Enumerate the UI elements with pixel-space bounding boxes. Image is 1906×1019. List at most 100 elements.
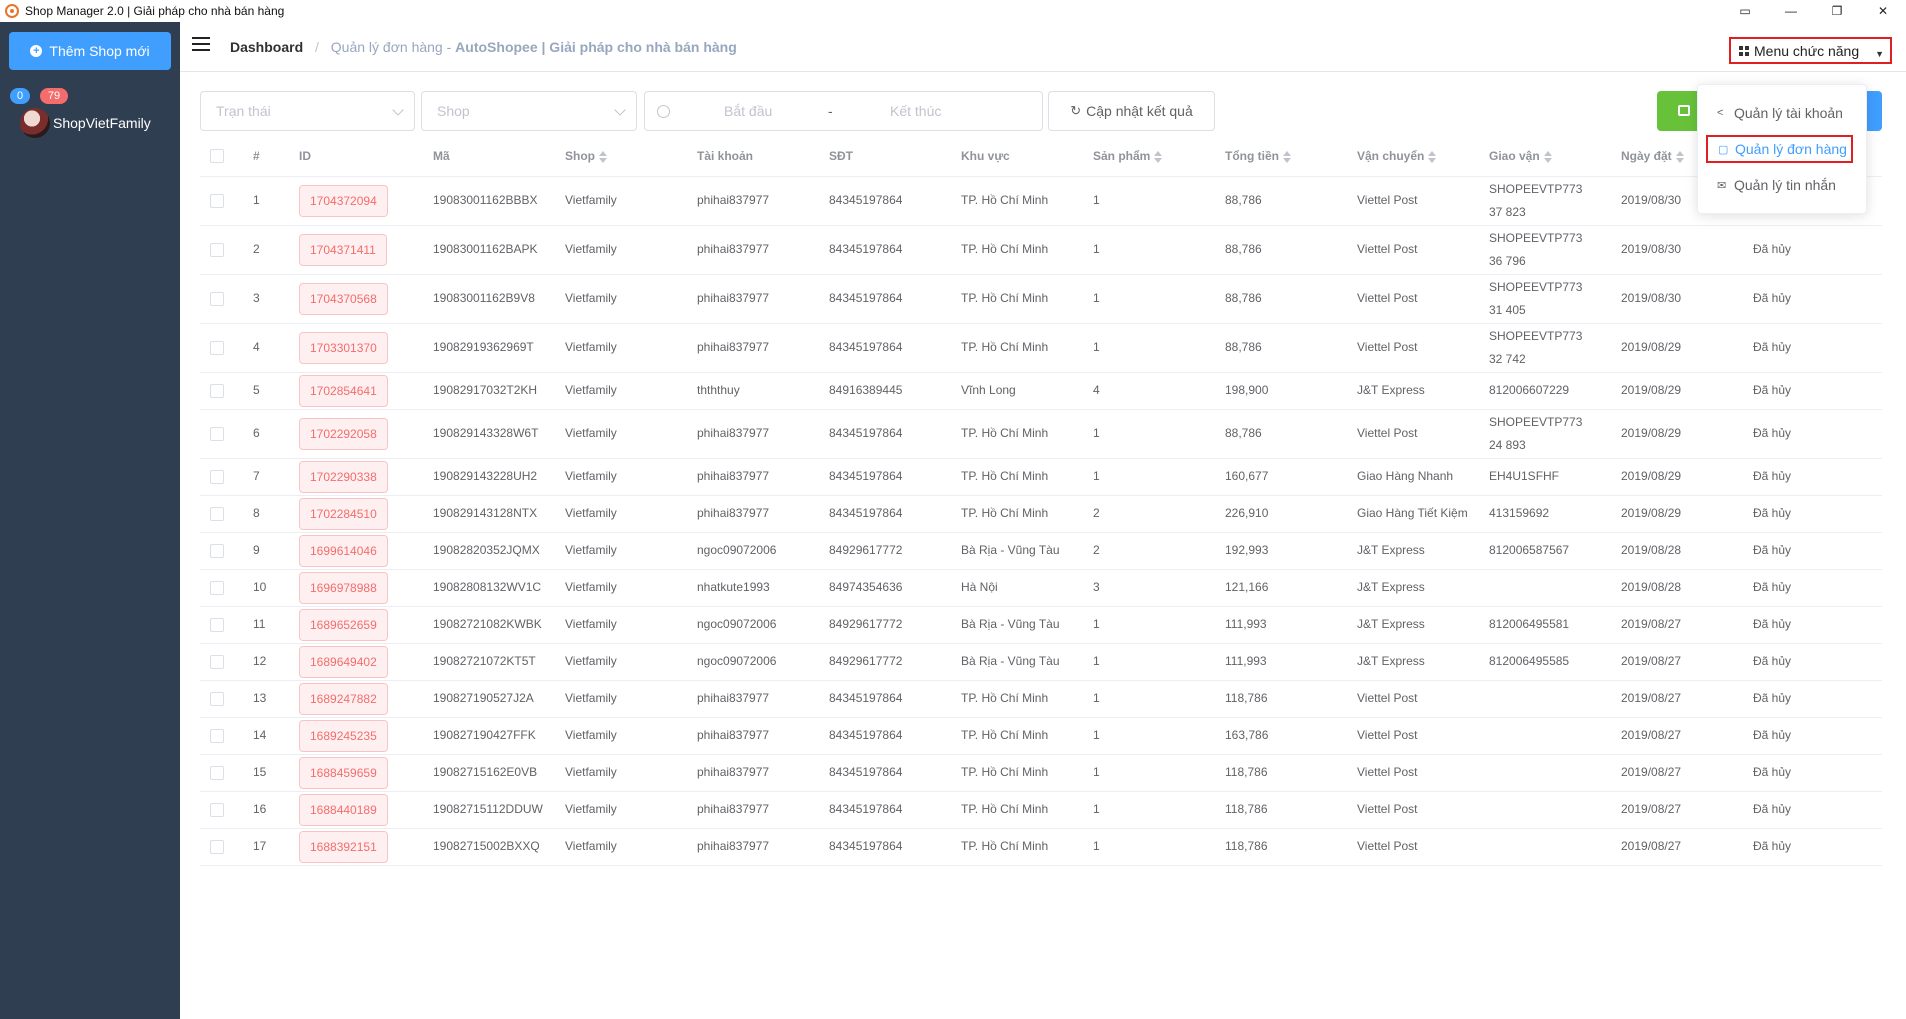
minimize-button[interactable]: — (1768, 0, 1814, 22)
column-header-products[interactable]: Sản phẩm (1083, 136, 1215, 177)
order-id-tag[interactable]: 1699614046 (299, 534, 388, 567)
row-checkbox[interactable] (210, 617, 224, 632)
row-checkbox[interactable] (210, 728, 224, 743)
cell-order-date: 2019/08/30 (1611, 274, 1743, 324)
cell-value: 84345197864 (829, 193, 903, 207)
cell-value: 1 (1093, 839, 1100, 853)
order-id-tag[interactable]: 1702854641 (299, 374, 388, 407)
cell-account: phihai837977 (687, 225, 819, 275)
close-button[interactable]: ✕ (1860, 0, 1906, 22)
column-header-total[interactable]: Tổng tiền (1215, 136, 1347, 177)
cell-value: ngoc09072006 (697, 543, 777, 557)
refresh-results-button[interactable]: ↻ Cập nhật kết quả (1048, 91, 1215, 131)
table-row[interactable]: 7 1702290338 190829143228UH2 Vietfamily phih… (200, 458, 1882, 496)
row-checkbox[interactable] (210, 691, 224, 706)
table-row[interactable]: 12 1689649402 19082721072KT5T Vietfamily ngo… (200, 643, 1882, 681)
row-checkbox[interactable] (210, 242, 224, 257)
order-id-tag[interactable]: 1704372094 (299, 184, 388, 217)
status-select[interactable]: Trạn thái (200, 91, 415, 131)
table-row[interactable]: 2 1704371411 19083001162BAPK Vietfamily phih… (200, 225, 1882, 275)
menu-item-order-management[interactable]: ▢ Quản lý đơn hàng (1706, 135, 1853, 163)
sort-caret-icon[interactable] (1428, 150, 1437, 163)
order-id-tag[interactable]: 1689649402 (299, 645, 388, 678)
order-id-tag[interactable]: 1704370568 (299, 282, 388, 315)
sort-caret-icon[interactable] (1154, 150, 1163, 163)
restore-button[interactable]: ❐ (1814, 0, 1860, 22)
sort-caret-icon[interactable] (1283, 150, 1291, 163)
cell-products: 2 (1083, 532, 1215, 570)
sort-caret-icon[interactable] (599, 150, 607, 163)
row-checkbox[interactable] (210, 426, 224, 441)
table-row[interactable]: 4 1703301370 19082919362969T Vietfamily phih… (200, 323, 1882, 373)
hamburger-menu-icon[interactable] (192, 37, 210, 51)
table-row[interactable]: 6 1702292058 190829143328W6T Vietfamily phih… (200, 409, 1882, 459)
row-checkbox[interactable] (210, 580, 224, 595)
order-id-tag[interactable]: 1688459659 (299, 756, 388, 789)
order-id-tag[interactable]: 1704371411 (299, 233, 387, 266)
cell-value: 84929617772 (829, 617, 903, 631)
order-id-tag[interactable]: 1689247882 (299, 682, 388, 715)
table-row[interactable]: 1 1704372094 19083001162BBBX Vietfamily phih… (200, 176, 1882, 226)
order-id-tag[interactable]: 1702292058 (299, 417, 388, 450)
add-shop-button[interactable]: + Thêm Shop mới (9, 32, 171, 70)
row-checkbox[interactable] (210, 193, 224, 208)
order-id-tag[interactable]: 1688392151 (299, 830, 388, 863)
date-range-picker[interactable]: Bắt đầu - Kết thúc (644, 91, 1043, 131)
menu-item-message-management[interactable]: ✉ Quản lý tin nhắn (1698, 171, 1868, 199)
row-select-cell (200, 323, 243, 373)
cell-value: Vietfamily (565, 242, 617, 256)
table-row[interactable]: 16 1688440189 19082715112DDUW Vietfamily phi… (200, 791, 1882, 829)
table-row[interactable]: 8 1702284510 190829143128NTX Vietfamily phih… (200, 495, 1882, 533)
cell-value: 2019/08/30 (1621, 193, 1682, 207)
table-row[interactable]: 9 1699614046 19082820352JQMX Vietfamily ngoc… (200, 532, 1882, 570)
row-checkbox[interactable] (210, 340, 224, 355)
table-row[interactable]: 14 1689245235 190827190427FFK Vietfamily phi… (200, 717, 1882, 755)
cell-phone: 84345197864 (819, 495, 951, 533)
column-header-shop[interactable]: Shop (555, 136, 687, 177)
order-id-tag[interactable]: 1702290338 (299, 460, 388, 493)
table-row[interactable]: 11 1689652659 19082721082KWBK Vietfamily ngo… (200, 606, 1882, 644)
row-checkbox[interactable] (210, 839, 224, 854)
order-id-tag[interactable]: 1689245235 (299, 719, 388, 752)
table-row[interactable]: 17 1688392151 19082715002BXXQ Vietfamily phi… (200, 828, 1882, 866)
order-id-tag[interactable]: 1688440189 (299, 793, 388, 826)
sidebar: + Thêm Shop mới 0 79 ShopVietFamily (0, 22, 180, 1019)
column-header-shipping[interactable]: Vận chuyển (1347, 136, 1479, 177)
cell-value: phihai837977 (697, 469, 770, 483)
breadcrumb-home[interactable]: Dashboard (230, 39, 303, 55)
order-id-tag[interactable]: 1689652659 (299, 608, 388, 641)
cell-value: Vietfamily (565, 543, 617, 557)
order-id-tag[interactable]: 1696978988 (299, 571, 388, 604)
table-row[interactable]: 3 1704370568 19083001162B9V8 Vietfamily phih… (200, 274, 1882, 324)
row-checkbox[interactable] (210, 654, 224, 669)
cell-status: Đã hủy (1743, 458, 1882, 496)
row-checkbox[interactable] (210, 469, 224, 484)
row-checkbox[interactable] (210, 543, 224, 558)
sort-caret-icon[interactable] (1675, 150, 1684, 163)
table-row[interactable]: 15 1688459659 19082715162E0VB Vietfamily phi… (200, 754, 1882, 792)
table-row[interactable]: 13 1689247882 190827190527J2A Vietfamily phi… (200, 680, 1882, 718)
sort-caret-icon[interactable] (1543, 150, 1552, 163)
function-menu-button[interactable]: Menu chức năng ▼ (1729, 37, 1892, 64)
row-checkbox[interactable] (210, 506, 224, 521)
row-checkbox[interactable] (210, 802, 224, 817)
table-row[interactable]: 10 1696978988 19082808132WV1C Vietfamily nha… (200, 569, 1882, 607)
row-select-cell (200, 532, 243, 570)
cell-value: 2019/08/29 (1621, 383, 1682, 397)
row-checkbox[interactable] (210, 383, 224, 398)
order-id-tag[interactable]: 1703301370 (299, 331, 388, 364)
row-checkbox[interactable] (210, 291, 224, 306)
cell-order-date: 2019/08/27 (1611, 680, 1743, 718)
cast-icon[interactable]: ▭ (1722, 0, 1768, 22)
column-header-tracking[interactable]: Giao vận (1479, 136, 1611, 177)
row-checkbox[interactable] (210, 765, 224, 780)
table-row[interactable]: 5 1702854641 19082917032T2KH Vietfamily thth… (200, 372, 1882, 410)
start-date-input[interactable]: Bắt đầu (724, 103, 772, 119)
menu-item-account-management[interactable]: < Quản lý tài khoản (1698, 99, 1868, 127)
sidebar-shop-item[interactable]: 0 79 ShopVietFamily (10, 88, 175, 138)
shop-select[interactable]: Shop (421, 91, 637, 131)
select-all-checkbox[interactable] (210, 149, 224, 164)
end-date-input[interactable]: Kết thúc (890, 103, 941, 119)
order-id-tag[interactable]: 1702284510 (299, 497, 388, 530)
cell-value: Hà Nội (961, 580, 998, 594)
